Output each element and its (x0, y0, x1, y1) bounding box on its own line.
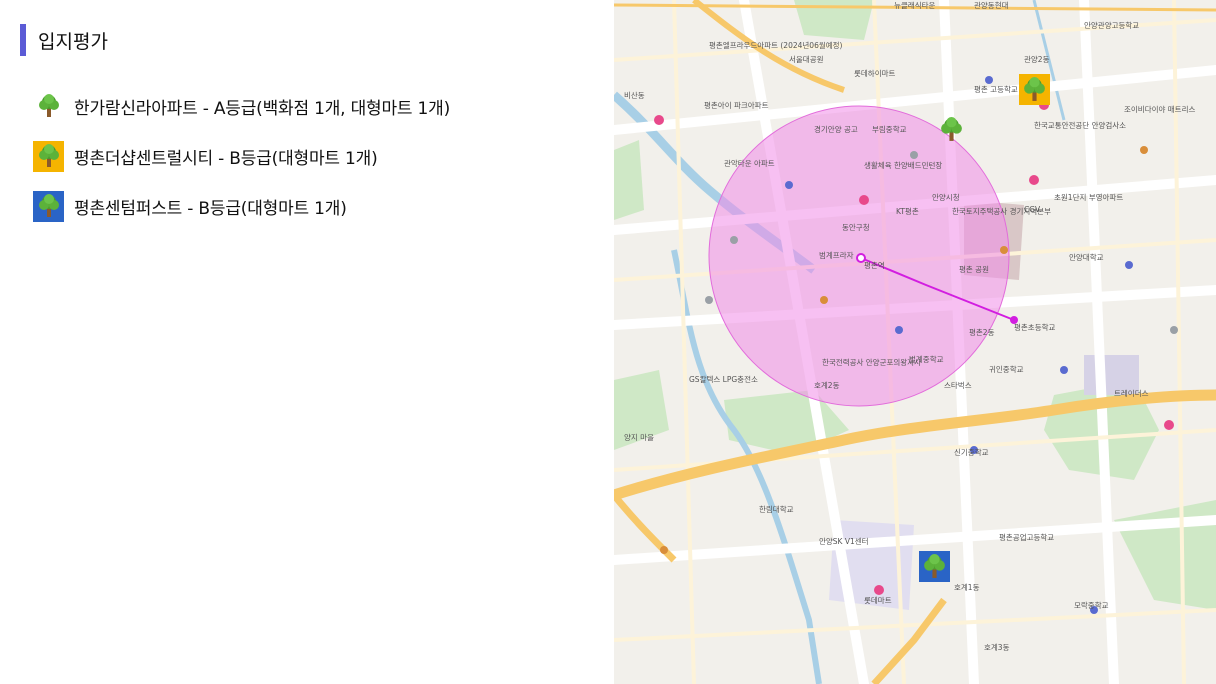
park-area (614, 140, 644, 220)
svg-text:평촌아이 파크아파트: 평촌아이 파크아파트 (704, 100, 769, 110)
svg-text:한국전력공사 안양군포의왕지사: 한국전력공사 안양군포의왕지사 (822, 357, 921, 367)
svg-text:안양SK V1센터: 안양SK V1센터 (819, 536, 869, 546)
map-marker-hangaram[interactable] (936, 114, 967, 145)
svg-text:양지 마을: 양지 마을 (624, 433, 654, 442)
svg-text:스타벅스: 스타벅스 (944, 380, 972, 390)
svg-text:평촌역: 평촌역 (864, 260, 885, 270)
svg-text:평촌 공원: 평촌 공원 (959, 264, 989, 274)
tree-icon (33, 190, 64, 222)
svg-text:범계프라자: 범계프라자 (819, 250, 854, 260)
svg-text:안양관양고등학교: 안양관양고등학교 (1084, 20, 1139, 30)
legend-label: 평촌센텀퍼스트 - B등급(대형마트 1개) (74, 198, 347, 219)
svg-text:귀인중학교: 귀인중학교 (989, 364, 1024, 374)
svg-text:동안구청: 동안구청 (842, 222, 870, 232)
legend-label: 평촌더샵센트럴시티 - B등급(대형마트 1개) (74, 148, 378, 169)
svg-text:관양동현대: 관양동현대 (974, 0, 1009, 10)
svg-text:관양2동: 관양2동 (1024, 54, 1050, 64)
svg-text:KT평촌: KT평촌 (896, 206, 919, 216)
map-marker-pyeongchon-centum[interactable] (919, 551, 950, 582)
page-title: 입지평가 (38, 30, 108, 53)
tree-icon (924, 554, 945, 578)
tree-icon (941, 117, 962, 141)
tree-icon (1024, 77, 1045, 101)
map[interactable]: 뉴클래식타운 관양동현대 안양관양고등학교 평촌엘프라우드아파트 (2024년0… (614, 0, 1216, 684)
svg-text:평촌2동: 평촌2동 (969, 327, 995, 337)
svg-text:호계3동: 호계3동 (984, 642, 1010, 652)
svg-text:한림대학교: 한림대학교 (759, 504, 794, 514)
svg-text:벌계중학교: 벌계중학교 (909, 354, 944, 364)
svg-text:안양대학교: 안양대학교 (1069, 252, 1104, 262)
svg-text:부림중학교: 부림중학교 (872, 124, 907, 134)
svg-text:관악타운 아파트: 관악타운 아파트 (724, 158, 775, 168)
tree-icon (33, 140, 64, 172)
legend-label: 한가람신라아파트 - A등급(백화점 1개, 대형마트 1개) (74, 98, 451, 119)
svg-text:서울대공원: 서울대공원 (789, 55, 824, 64)
svg-text:조이비다이야 매트리스: 조이비다이야 매트리스 (1124, 104, 1195, 114)
svg-text:평촌공업고등학교: 평촌공업고등학교 (999, 532, 1054, 542)
svg-text:안양시청: 안양시청 (932, 192, 960, 202)
legend-item-pyeongchon-thesharp[interactable]: 평촌더샵센트럴시티 - B등급(대형마트 1개) (33, 140, 450, 172)
legend-item-pyeongchon-centum[interactable]: 평촌센텀퍼스트 - B등급(대형마트 1개) (33, 190, 450, 222)
svg-text:평촌엘프라우드아파트 (2024년06월예정): 평촌엘프라우드아파트 (2024년06월예정) (709, 40, 843, 50)
tree-icon (33, 91, 64, 122)
svg-text:CGV: CGV (1024, 205, 1041, 214)
map-marker-pyeongchon-thesharp[interactable] (1019, 74, 1050, 105)
svg-text:GS칼텍스 LPG충전소: GS칼텍스 LPG충전소 (689, 374, 758, 384)
svg-text:초원1단지 부영아파트: 초원1단지 부영아파트 (1054, 192, 1123, 202)
legend: 한가람신라아파트 - A등급(백화점 1개, 대형마트 1개) 평촌더샵센트럴시… (33, 90, 450, 240)
svg-text:호계1동: 호계1동 (954, 582, 980, 592)
svg-text:한국교통안전공단 안양검사소: 한국교통안전공단 안양검사소 (1034, 120, 1126, 130)
svg-text:평촌초등학교: 평촌초등학교 (1014, 322, 1055, 332)
svg-text:트레이더스: 트레이더스 (1114, 388, 1149, 398)
map-canvas[interactable]: 뉴클래식타운 관양동현대 안양관양고등학교 평촌엘프라우드아파트 (2024년0… (614, 0, 1216, 684)
header: 입지평가 (20, 24, 108, 56)
svg-text:신기중학교: 신기중학교 (954, 447, 989, 457)
svg-text:비산동: 비산동 (624, 90, 645, 100)
svg-text:평촌 고등학교: 평촌 고등학교 (974, 84, 1018, 94)
legend-item-hangaram[interactable]: 한가람신라아파트 - A등급(백화점 1개, 대형마트 1개) (33, 90, 450, 122)
svg-text:롯데마트: 롯데마트 (864, 596, 892, 605)
svg-text:호계2동: 호계2동 (814, 380, 840, 390)
svg-text:생활체육 한양배드민턴장: 생활체육 한양배드민턴장 (864, 160, 942, 170)
title-accent-bar (20, 24, 26, 56)
svg-text:뉴클래식타운: 뉴클래식타운 (894, 1, 935, 10)
svg-text:경기안양 공고: 경기안양 공고 (814, 124, 858, 134)
svg-text:모락중학교: 모락중학교 (1074, 600, 1109, 610)
svg-text:롯데하이마트: 롯데하이마트 (854, 68, 895, 78)
